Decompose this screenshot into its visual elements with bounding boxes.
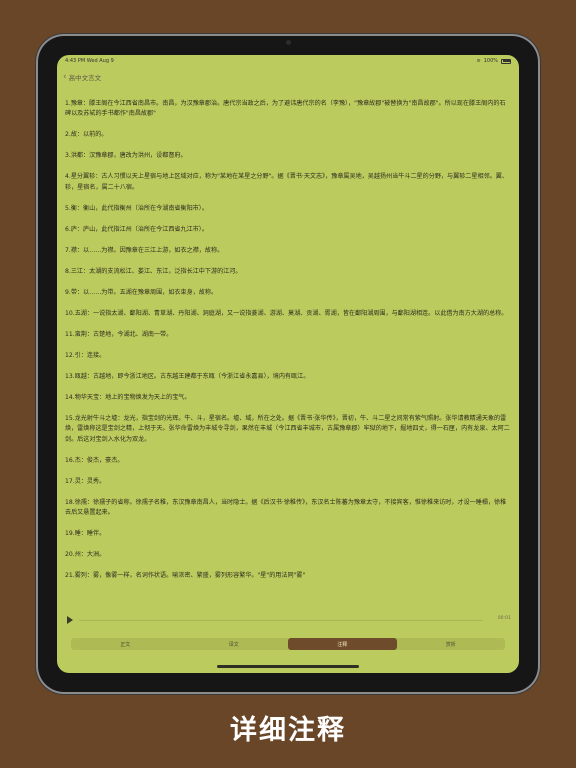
note-item: 18.徐孺：徐孺子的省称。徐孺子名稚，东汉豫章南昌人，当时隐士。据《后汉书·徐稚… bbox=[65, 498, 507, 517]
battery-icon bbox=[501, 58, 511, 64]
note-item: 13.瓯越：古越地，即今浙江地区。古东越王建都于东瓯（今浙江省永嘉县），境内有瓯… bbox=[65, 372, 310, 380]
status-bar: 4:43 PM Wed Aug 9 ≋ 100% bbox=[57, 55, 519, 67]
wifi-icon: ≋ bbox=[476, 58, 481, 64]
status-time: 4:43 PM bbox=[65, 58, 86, 64]
segment-tabs: 正文 译文 注释 赏析 bbox=[71, 638, 505, 650]
note-item: 2.故：以前的。 bbox=[65, 131, 108, 139]
note-item: 12.引：连接。 bbox=[65, 351, 106, 359]
note-item: 11.蛮荆：古楚地，今湖北、湖南一带。 bbox=[65, 330, 173, 338]
note-item: 8.三江：太湖的支流松江、娄江、东江，泛指长江中下游的江河。 bbox=[65, 267, 242, 275]
note-item: 9.带：以……为带。五湖在豫章周围，如衣束身，故称。 bbox=[65, 288, 218, 296]
notes-content[interactable]: 1.豫章：滕王阁在今江西省南昌市。南昌，为汉豫章郡治。唐代宗当政之后，为了避讳唐… bbox=[65, 99, 511, 607]
note-item: 3.洪都：汉豫章郡，唐改为洪州，设都督府。 bbox=[65, 152, 187, 160]
tab-original[interactable]: 正文 bbox=[71, 638, 180, 650]
audio-time: 00:01 bbox=[497, 616, 511, 621]
note-item: 21.雾列：雾，像雾一样，名词作状语。喻浓密、繁盛，雾列形容繁华。"星"的用法同… bbox=[65, 572, 306, 580]
home-indicator[interactable] bbox=[217, 665, 359, 668]
front-camera bbox=[286, 40, 291, 45]
note-item: 19.睡：睡伴。 bbox=[65, 530, 106, 538]
note-item: 16.杰：俊杰，豪杰。 bbox=[65, 456, 124, 464]
note-item: 10.五湖：一说指太湖、鄱阳湖、青草湖、丹阳湖、洞庭湖，又一说指菱湖、游湖、莫湖… bbox=[65, 309, 508, 317]
status-date: Wed Aug 9 bbox=[86, 58, 114, 64]
note-item: 17.灵：灵秀。 bbox=[65, 477, 106, 485]
back-label: 高中文言文 bbox=[68, 74, 102, 82]
promo-caption: 详细注释 bbox=[230, 715, 346, 746]
note-item: 15.龙光射牛斗之墟：龙光，指宝剑的光辉。牛、斗，星宿名。墟、域，所在之处。据《… bbox=[65, 414, 510, 443]
tab-notes[interactable]: 注释 bbox=[288, 638, 397, 650]
chevron-left-icon: ‹ bbox=[63, 71, 67, 82]
note-item: 5.衡：衡山，此代指衡州（治所在今湖南省衡阳市）。 bbox=[65, 204, 208, 212]
audio-progress-track[interactable] bbox=[79, 620, 483, 621]
note-item: 7.襟：以……为襟。因豫章在三江上游，如衣之襟，故称。 bbox=[65, 246, 224, 254]
audio-player: 00:01 bbox=[65, 614, 511, 628]
note-item: 20.州：大洲。 bbox=[65, 551, 106, 559]
tab-appreciation[interactable]: 赏析 bbox=[397, 638, 506, 650]
app-screen: 4:43 PM Wed Aug 9 ≋ 100% ‹ 高中文言文 1.豫章：滕王… bbox=[57, 55, 519, 673]
note-item: 1.豫章：滕王阁在今江西省南昌市。南昌，为汉豫章郡治。唐代宗当政之后，为了避讳唐… bbox=[65, 100, 506, 118]
play-icon[interactable] bbox=[67, 616, 73, 624]
tab-translation[interactable]: 译文 bbox=[180, 638, 289, 650]
battery-percent: 100% bbox=[483, 58, 498, 64]
note-item: 14.物华天宝：地上的宝物焕发为天上的宝气。 bbox=[65, 393, 191, 401]
back-button[interactable]: ‹ 高中文言文 bbox=[63, 70, 101, 84]
note-item: 6.庐：庐山，此代指江州（治所在今江西省九江市）。 bbox=[65, 225, 208, 233]
note-item: 4.星分翼轸：古人习惯以天上星宿与地上区域对应，称为"某地在某星之分野"。据《晋… bbox=[65, 173, 508, 191]
